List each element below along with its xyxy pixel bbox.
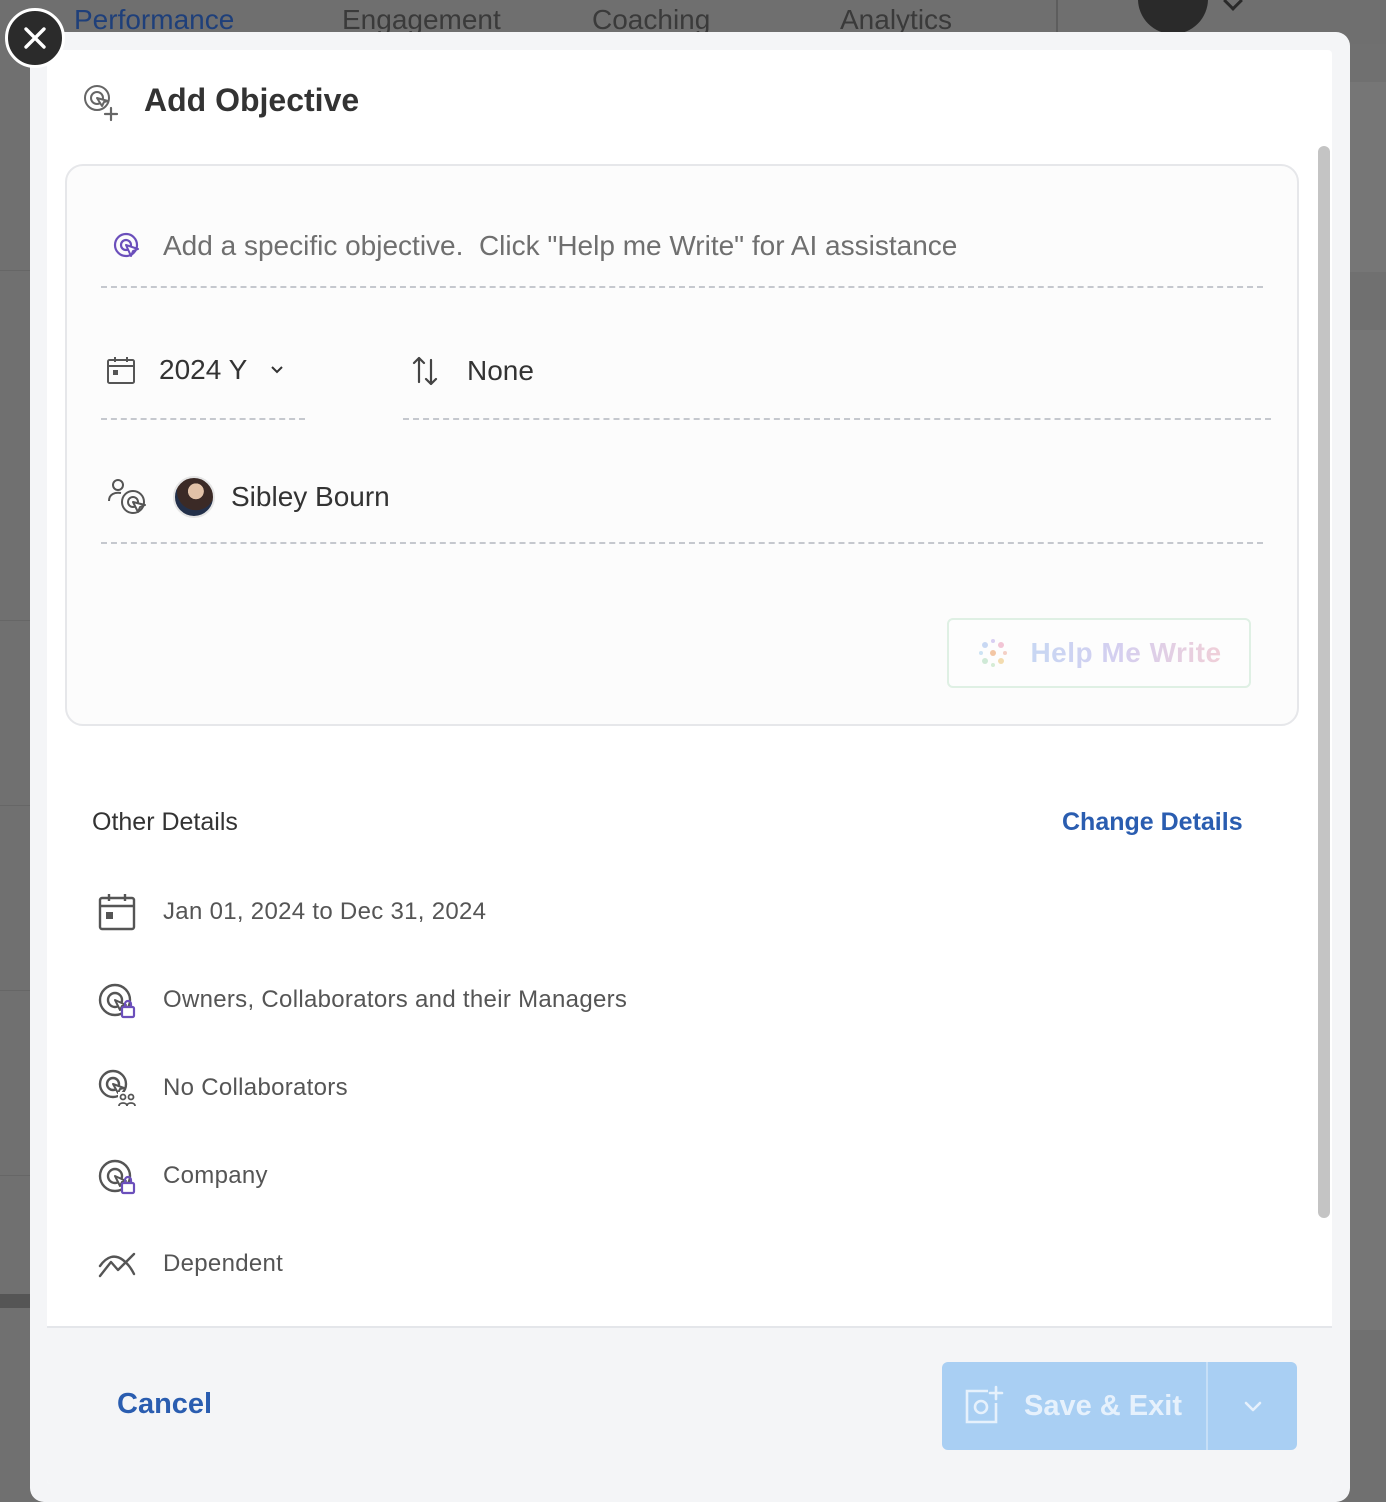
detail-row-collaborators[interactable]: No Collaborators — [97, 1068, 348, 1108]
collaborators-icon — [98, 1069, 136, 1107]
collaborators-text: No Collaborators — [163, 1074, 348, 1101]
owner-underline — [101, 542, 1263, 544]
modal-header: Add Objective — [47, 50, 1332, 160]
modal-title: Add Objective — [144, 82, 360, 118]
add-objective-icon — [965, 1385, 1004, 1424]
align-arrows-icon — [412, 356, 438, 386]
period-underline — [101, 418, 305, 420]
nav-divider — [1056, 0, 1058, 32]
background-panel — [0, 1294, 30, 1308]
cancel-button[interactable]: Cancel — [117, 1388, 212, 1421]
divider — [0, 620, 30, 621]
owner-avatar — [173, 476, 215, 518]
level-text: Company — [163, 1162, 268, 1189]
ai-sparkle-icon — [979, 639, 1008, 667]
save-button-group: Save & Exit — [942, 1362, 1297, 1450]
owner-selector[interactable]: Sibley Bourn — [107, 476, 390, 518]
parent-objective-selector[interactable]: None — [411, 354, 534, 388]
calendar-icon — [107, 357, 135, 384]
detail-row-level[interactable]: Company — [97, 1156, 268, 1196]
other-details-title: Other Details — [92, 808, 238, 836]
date-range-text: Jan 01, 2024 to Dec 31, 2024 — [163, 898, 487, 925]
input-underline — [101, 286, 1263, 288]
detail-row-date-range[interactable]: Jan 01, 2024 to Dec 31, 2024 — [97, 892, 486, 932]
progress-text: Dependent — [163, 1250, 284, 1277]
change-details-link[interactable]: Change Details — [1062, 808, 1243, 837]
divider — [0, 805, 30, 806]
parent-objective-label: None — [467, 355, 534, 386]
owner-target-icon — [108, 479, 146, 514]
period-label: 2024 Y — [159, 354, 248, 385]
add-objective-icon — [84, 85, 119, 122]
chevron-down-icon — [1244, 1401, 1261, 1412]
visibility-text: Owners, Collaborators and their Managers — [163, 986, 628, 1013]
divider — [0, 270, 30, 271]
objective-input[interactable] — [163, 222, 1263, 270]
save-exit-button[interactable]: Save & Exit — [942, 1362, 1208, 1450]
modal-footer: Cancel Save & Exit — [47, 1326, 1332, 1484]
modal-body: Add Objective 2024 Y — [47, 50, 1332, 1484]
objective-target-icon — [113, 232, 139, 258]
period-dropdown[interactable]: 2024 Y — [105, 354, 285, 386]
user-avatar — [1138, 0, 1208, 34]
objective-card: 2024 Y None Sibley Bourn — [65, 164, 1299, 726]
progress-trend-icon — [98, 1252, 136, 1278]
detail-row-visibility[interactable]: Owners, Collaborators and their Managers — [97, 980, 627, 1020]
owner-name: Sibley Bourn — [231, 481, 390, 512]
visibility-lock-icon — [98, 983, 136, 1019]
chevron-down-icon — [271, 366, 283, 374]
level-lock-icon — [98, 1159, 136, 1195]
divider — [0, 990, 30, 991]
scrollbar[interactable] — [1318, 146, 1330, 1218]
close-button[interactable] — [5, 8, 65, 68]
detail-row-progress[interactable]: Dependent — [97, 1244, 283, 1284]
calendar-icon — [98, 894, 136, 931]
chevron-down-icon — [1223, 0, 1243, 11]
close-icon — [24, 27, 46, 49]
save-options-toggle[interactable] — [1208, 1362, 1297, 1450]
save-exit-label: Save & Exit — [1024, 1389, 1182, 1422]
help-me-write-button[interactable]: Help Me Write — [947, 618, 1251, 688]
parent-underline — [403, 418, 1271, 420]
divider — [0, 1175, 30, 1176]
help-me-write-label: Help Me Write — [1030, 637, 1222, 668]
